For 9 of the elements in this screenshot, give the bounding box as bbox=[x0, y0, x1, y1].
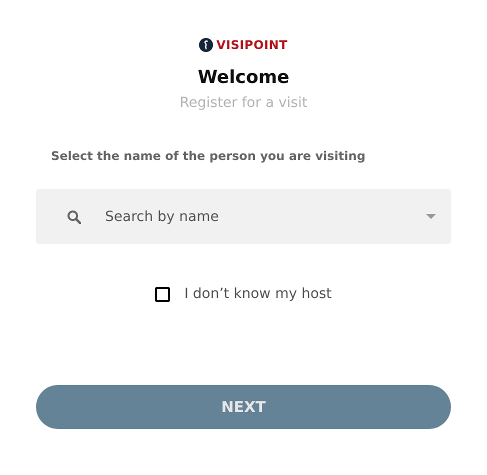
search-field[interactable]: Search by name bbox=[36, 189, 451, 244]
logo-icon bbox=[199, 38, 214, 52]
subtitle: Register for a visit bbox=[180, 95, 308, 111]
checkbox[interactable] bbox=[155, 286, 170, 302]
welcome-title: Welcome bbox=[198, 67, 290, 88]
logo-text: VISIPOINT bbox=[216, 38, 288, 52]
prompt-label: Select the name of the person you are visiting bbox=[51, 149, 366, 163]
caret-icon bbox=[426, 214, 436, 219]
checkbox-label: I don’t know my host bbox=[184, 286, 332, 302]
